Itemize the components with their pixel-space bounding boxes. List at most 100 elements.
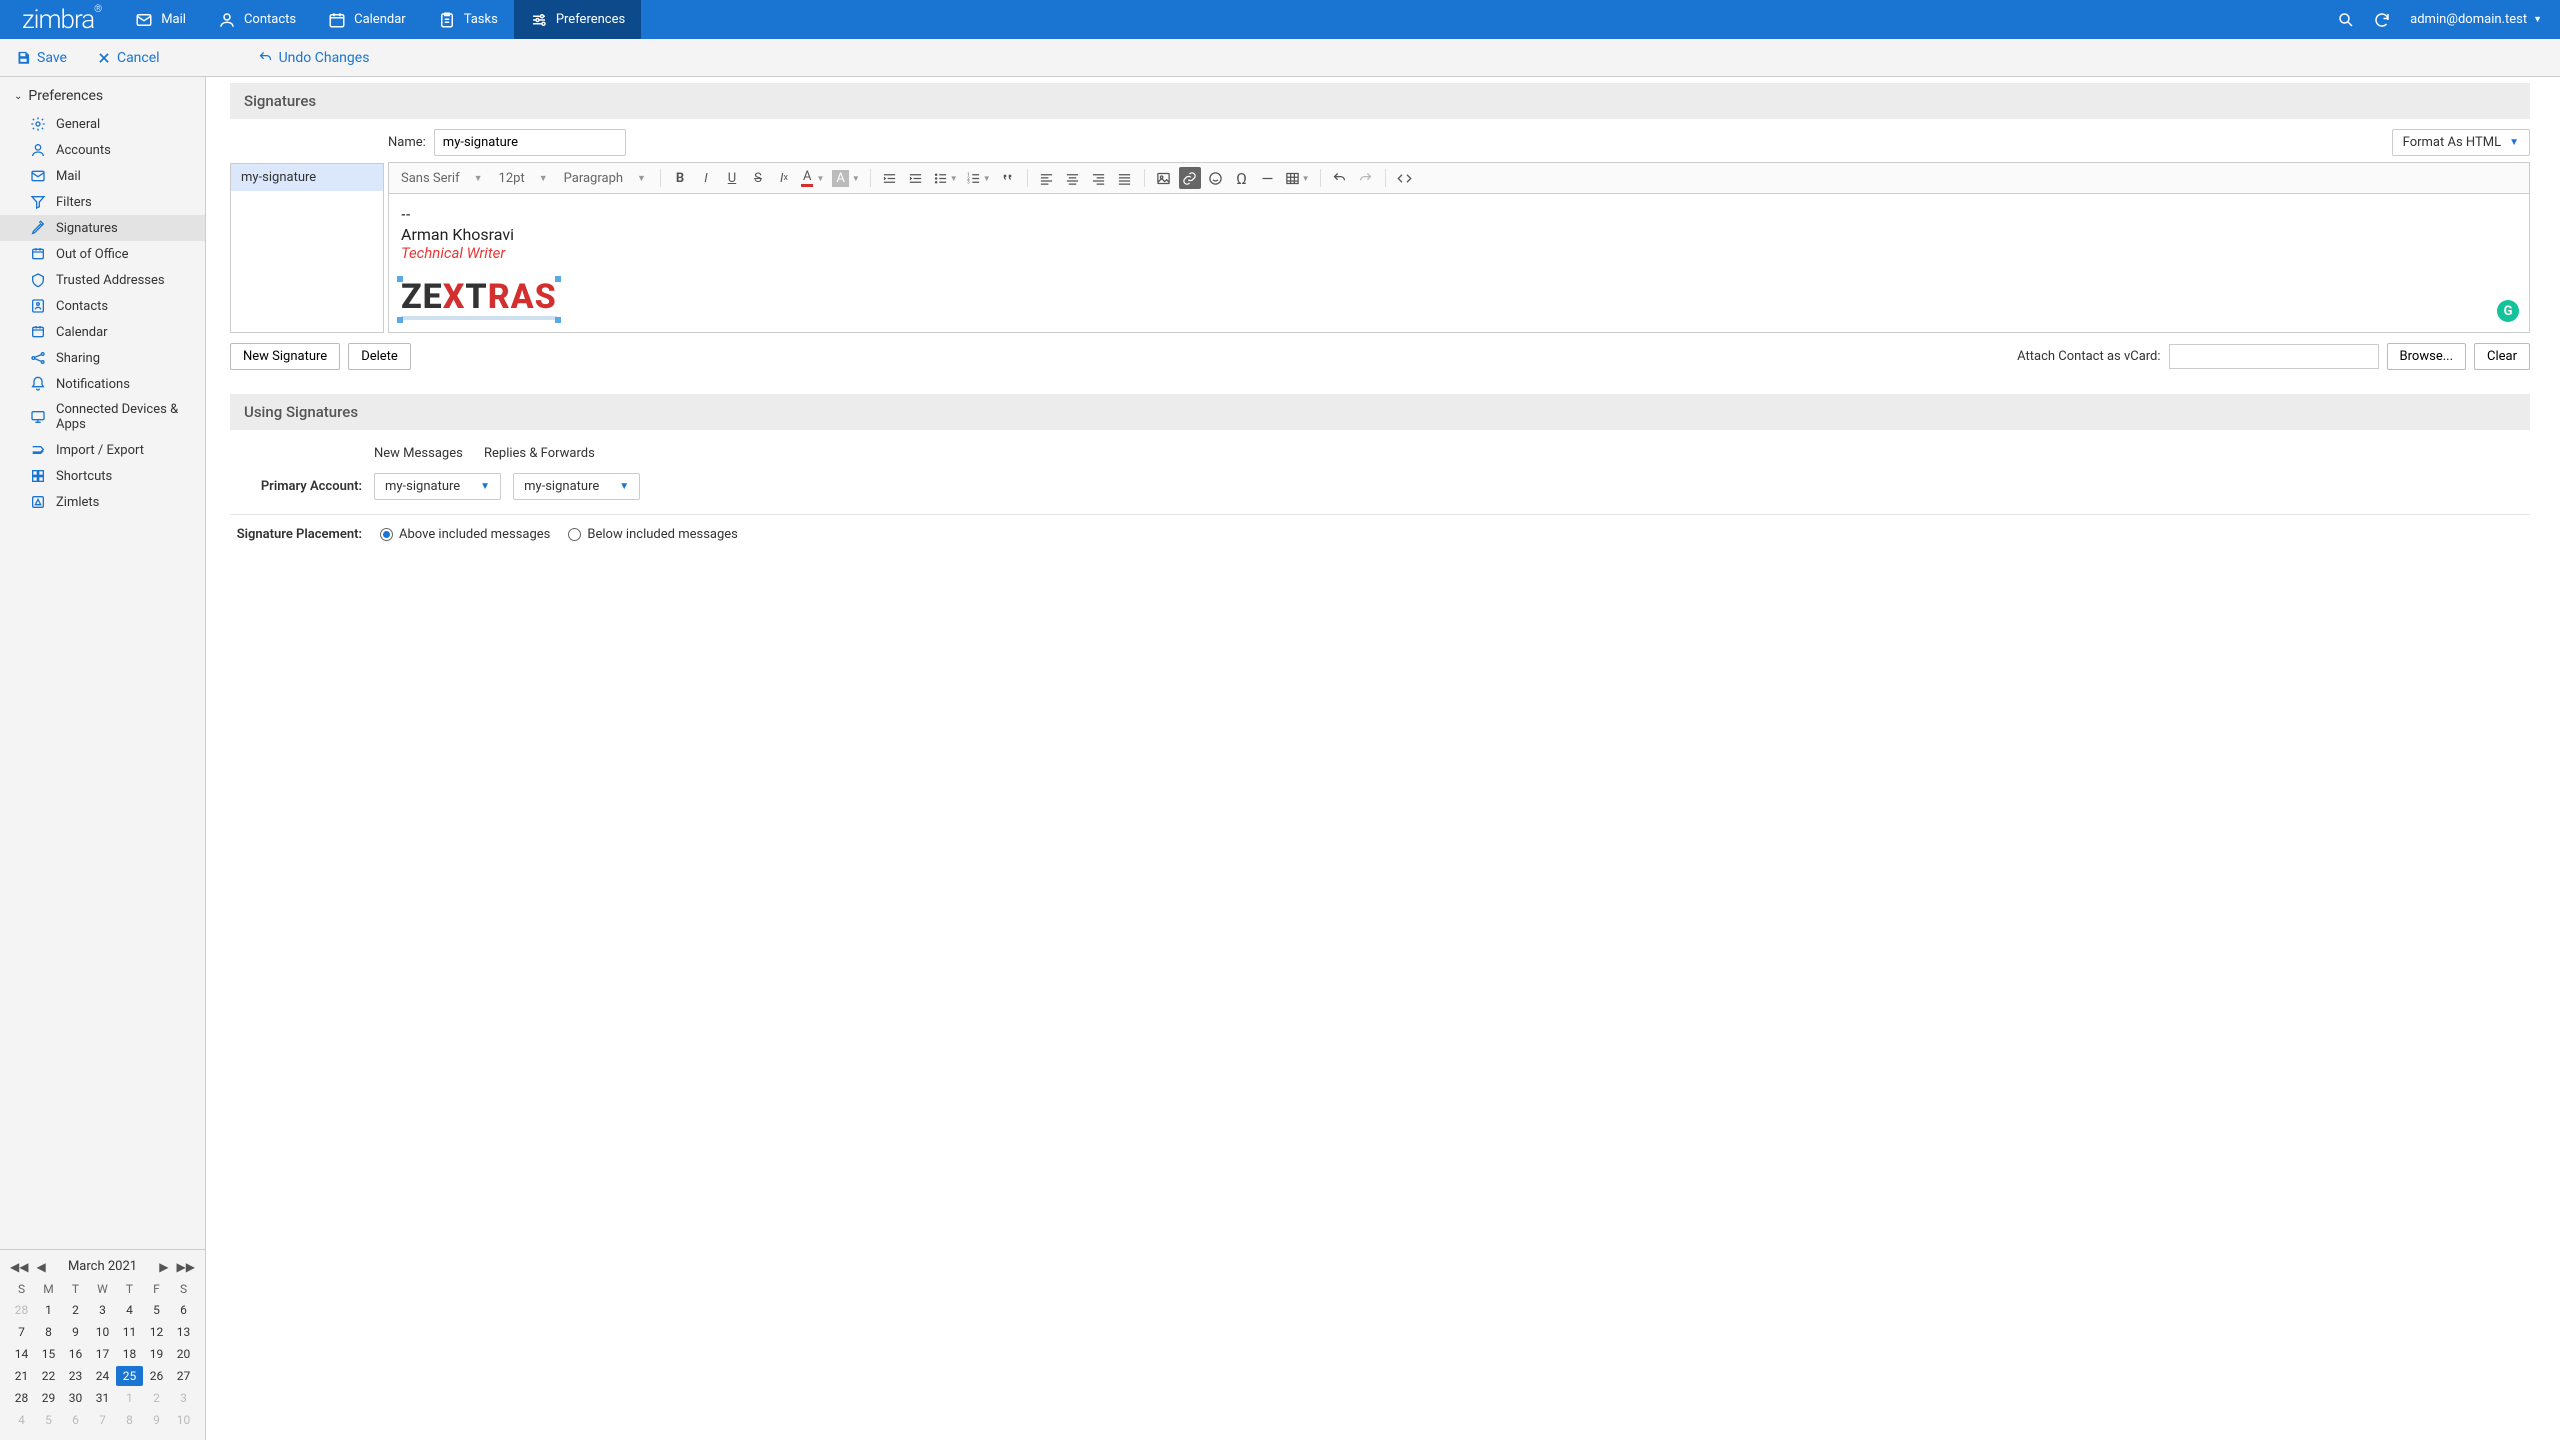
cal-day[interactable]: 23 (62, 1366, 89, 1386)
placement-above-radio[interactable]: Above included messages (380, 527, 550, 542)
sidebar-item-zimlets[interactable]: Zimlets (0, 489, 205, 515)
nav-preferences[interactable]: Preferences (514, 0, 641, 39)
undo-button[interactable]: Undo Changes (258, 50, 370, 66)
signature-editor[interactable]: -- Arman Khosravi Technical Writer ZEXTR… (388, 193, 2530, 333)
cal-day[interactable]: 1 (35, 1300, 62, 1320)
sidebar-item-sharing[interactable]: Sharing (0, 345, 205, 371)
indent-button[interactable] (905, 167, 927, 189)
sidebar-item-notifications[interactable]: Notifications (0, 371, 205, 397)
sidebar-item-calendar[interactable]: Calendar (0, 319, 205, 345)
cal-next-year[interactable]: ▶▶ (175, 1260, 197, 1274)
cal-day[interactable]: 10 (89, 1322, 116, 1342)
cal-day[interactable]: 31 (89, 1388, 116, 1408)
cal-day[interactable]: 9 (62, 1322, 89, 1342)
cal-day[interactable]: 18 (116, 1344, 143, 1364)
cal-day[interactable]: 4 (8, 1410, 35, 1430)
signature-logo[interactable]: ZEXTRAS (401, 280, 557, 320)
align-left-button[interactable] (1036, 167, 1058, 189)
cal-day[interactable]: 16 (62, 1344, 89, 1364)
sidebar-item-general[interactable]: General (0, 111, 205, 137)
outdent-button[interactable] (879, 167, 901, 189)
sidebar-header[interactable]: ⌄Preferences (0, 81, 205, 111)
signature-list-item[interactable]: my-signature (231, 164, 383, 191)
cal-day[interactable]: 25 (116, 1366, 143, 1386)
sidebar-item-filters[interactable]: Filters (0, 189, 205, 215)
align-center-button[interactable] (1062, 167, 1084, 189)
cal-day[interactable]: 8 (116, 1410, 143, 1430)
cal-day[interactable]: 22 (35, 1366, 62, 1386)
cal-day[interactable]: 28 (8, 1300, 35, 1320)
cal-day[interactable]: 7 (89, 1410, 116, 1430)
align-right-button[interactable] (1088, 167, 1110, 189)
bg-color-button[interactable]: A▼ (830, 167, 861, 189)
font-select[interactable]: Sans Serif▼ (395, 167, 489, 189)
format-select[interactable]: Format As HTML▼ (2392, 129, 2530, 156)
cal-day[interactable]: 4 (116, 1300, 143, 1320)
cal-day[interactable]: 5 (143, 1300, 170, 1320)
cal-day[interactable]: 2 (62, 1300, 89, 1320)
align-justify-button[interactable] (1114, 167, 1136, 189)
cal-day[interactable]: 14 (8, 1344, 35, 1364)
cancel-button[interactable]: Cancel (97, 50, 160, 66)
new-signature-button[interactable]: New Signature (230, 343, 340, 370)
sidebar-item-out-of-office[interactable]: Out of Office (0, 241, 205, 267)
redo-editor-button[interactable] (1355, 167, 1377, 189)
number-list-button[interactable]: 123▼ (964, 167, 993, 189)
cal-prev-year[interactable]: ◀◀ (8, 1260, 30, 1274)
cal-day[interactable]: 5 (35, 1410, 62, 1430)
cal-day[interactable]: 26 (143, 1366, 170, 1386)
sidebar-item-trusted-addresses[interactable]: Trusted Addresses (0, 267, 205, 293)
cal-day[interactable]: 20 (170, 1344, 197, 1364)
cal-day[interactable]: 21 (8, 1366, 35, 1386)
cal-next-month[interactable]: ▶ (157, 1260, 170, 1274)
cal-day[interactable]: 6 (62, 1410, 89, 1430)
cal-day[interactable]: 29 (35, 1388, 62, 1408)
cal-day[interactable]: 11 (116, 1322, 143, 1342)
cal-day[interactable]: 7 (8, 1322, 35, 1342)
cal-day[interactable]: 17 (89, 1344, 116, 1364)
bold-button[interactable]: B (669, 167, 691, 189)
user-menu[interactable]: admin@domain.test▼ (2400, 12, 2560, 27)
hr-button[interactable] (1257, 167, 1279, 189)
block-select[interactable]: Paragraph▼ (558, 167, 652, 189)
delete-signature-button[interactable]: Delete (348, 343, 411, 370)
cal-day[interactable]: 27 (170, 1366, 197, 1386)
sidebar-item-mail[interactable]: Mail (0, 163, 205, 189)
size-select[interactable]: 12pt▼ (493, 167, 554, 189)
cal-day[interactable]: 9 (143, 1410, 170, 1430)
sidebar-item-shortcuts[interactable]: Shortcuts (0, 463, 205, 489)
clear-button[interactable]: Clear (2474, 343, 2530, 370)
link-button[interactable] (1179, 167, 1201, 189)
cal-day[interactable]: 2 (143, 1388, 170, 1408)
image-button[interactable] (1153, 167, 1175, 189)
cal-day[interactable]: 8 (35, 1322, 62, 1342)
nav-mail[interactable]: Mail (119, 0, 202, 39)
placement-below-radio[interactable]: Below included messages (568, 527, 738, 542)
cal-day[interactable]: 19 (143, 1344, 170, 1364)
table-button[interactable]: ▼ (1283, 167, 1312, 189)
cal-day[interactable]: 30 (62, 1388, 89, 1408)
cal-day[interactable]: 3 (170, 1388, 197, 1408)
browse-button[interactable]: Browse... (2387, 343, 2466, 370)
sidebar-item-connected-devices-apps[interactable]: Connected Devices & Apps (0, 397, 205, 437)
sidebar-item-signatures[interactable]: Signatures (0, 215, 205, 241)
cal-day[interactable]: 13 (170, 1322, 197, 1342)
strike-button[interactable]: S (747, 167, 769, 189)
cal-prev-month[interactable]: ◀ (34, 1260, 47, 1274)
nav-contacts[interactable]: Contacts (202, 0, 312, 39)
primary-new-select[interactable]: my-signature▼ (374, 473, 501, 500)
cal-day[interactable]: 15 (35, 1344, 62, 1364)
search-button[interactable] (2328, 11, 2364, 29)
cal-day[interactable]: 10 (170, 1410, 197, 1430)
cal-day[interactable]: 24 (89, 1366, 116, 1386)
cal-day[interactable]: 6 (170, 1300, 197, 1320)
primary-reply-select[interactable]: my-signature▼ (513, 473, 640, 500)
sidebar-item-accounts[interactable]: Accounts (0, 137, 205, 163)
cal-day[interactable]: 12 (143, 1322, 170, 1342)
quote-button[interactable] (997, 167, 1019, 189)
italic-button[interactable]: I (695, 167, 717, 189)
nav-calendar[interactable]: Calendar (312, 0, 422, 39)
cal-day[interactable]: 1 (116, 1388, 143, 1408)
signature-list[interactable]: my-signature (230, 163, 384, 333)
undo-editor-button[interactable] (1329, 167, 1351, 189)
